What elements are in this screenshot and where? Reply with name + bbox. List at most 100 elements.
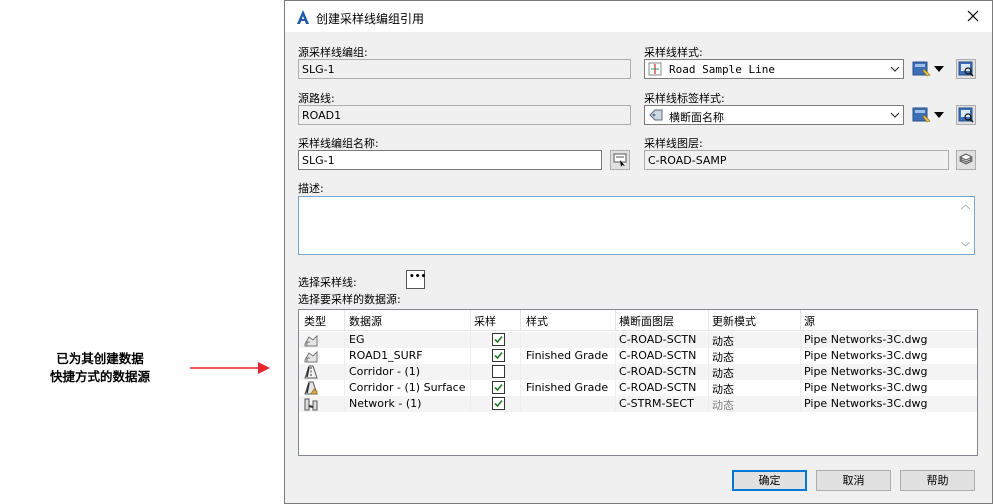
- group-name-input[interactable]: SLG-1: [298, 150, 602, 170]
- row-origin: Pipe Networks-3C.dwg: [804, 397, 928, 410]
- column-separator[interactable]: [800, 310, 801, 331]
- source-alignment-field: ROAD1: [298, 105, 631, 125]
- column-separator: [520, 332, 521, 412]
- source-group-field: SLG-1: [298, 59, 631, 79]
- edit-style-icon: [912, 61, 931, 77]
- surface-reference-icon: [304, 350, 318, 363]
- select-sample-lines-button[interactable]: •••: [406, 270, 427, 289]
- close-icon[interactable]: [960, 5, 986, 27]
- title-bar: 创建采样线编组引用: [285, 1, 992, 32]
- table-row[interactable]: Corridor - (1) Surface Finished Grade C-…: [299, 380, 977, 396]
- data-sources-table: 类型 数据源 采样 样式 横断面图层 更新模式 源 EG C-ROAD-SCTN…: [298, 309, 978, 456]
- create-sample-line-group-reference-dialog: 创建采样线编组引用 源采样线编组: SLG-1 源路线: ROAD1 采样线编组…: [284, 0, 993, 504]
- scroll-up-icon[interactable]: [961, 204, 970, 210]
- dialog-title: 创建采样线编组引用: [316, 12, 425, 26]
- row-update-mode[interactable]: 动态: [712, 381, 734, 397]
- label-style-select[interactable]: 横断面名称: [644, 105, 904, 125]
- checkmark-icon: [494, 335, 503, 344]
- column-separator: [344, 332, 345, 412]
- column-separator[interactable]: [470, 310, 471, 331]
- row-layer: C-STRM-SECT: [619, 397, 694, 410]
- callout-line-2: 快捷方式的数据源: [49, 369, 150, 384]
- style-preview-button[interactable]: [956, 59, 976, 79]
- column-header-style[interactable]: 样式: [526, 313, 548, 329]
- sample-line-style-label: 采样线样式:: [644, 46, 703, 59]
- column-header-type[interactable]: 类型: [304, 313, 326, 329]
- layer-field: C-ROAD-SAMP: [644, 150, 949, 170]
- sample-line-style-select[interactable]: Road Sample Line: [644, 59, 904, 79]
- group-name-label: 采样线编组名称:: [298, 137, 379, 150]
- row-origin: Pipe Networks-3C.dwg: [804, 381, 928, 394]
- layer-button[interactable]: [956, 150, 976, 170]
- corridor-surface-icon: [304, 381, 318, 395]
- row-origin: Pipe Networks-3C.dwg: [804, 349, 928, 362]
- row-layer: C-ROAD-SCTN: [619, 349, 697, 362]
- row-style: Finished Grade: [526, 381, 609, 394]
- autocad-a-icon: [297, 10, 309, 24]
- column-separator: [708, 332, 709, 412]
- row-update-mode[interactable]: 动态: [712, 365, 734, 381]
- column-separator: [800, 332, 801, 412]
- row-source: EG: [349, 333, 365, 346]
- sample-checkbox[interactable]: [492, 397, 505, 410]
- column-header-section-layer[interactable]: 横断面图层: [619, 313, 674, 329]
- sample-checkbox[interactable]: [492, 365, 505, 378]
- column-separator[interactable]: [615, 310, 616, 331]
- pick-name-button[interactable]: [610, 150, 630, 170]
- column-separator[interactable]: [708, 310, 709, 331]
- surface-reference-icon: [304, 334, 318, 347]
- label-style-edit-split-button[interactable]: [911, 105, 947, 125]
- checkmark-icon: [494, 399, 503, 408]
- row-source: ROAD1_SURF: [349, 349, 423, 362]
- style-edit-split-button[interactable]: [911, 59, 947, 79]
- table-row[interactable]: Corridor - (1) C-ROAD-SCTN 动态 Pipe Netwo…: [299, 364, 977, 380]
- column-separator[interactable]: [344, 310, 345, 331]
- chevron-down-icon: [890, 66, 900, 72]
- column-header-origin[interactable]: 源: [804, 313, 815, 329]
- table-row[interactable]: EG C-ROAD-SCTN 动态 Pipe Networks-3C.dwg: [299, 332, 977, 348]
- row-source: Corridor - (1): [349, 365, 421, 378]
- callout-line-1: 已为其创建数据: [56, 351, 144, 366]
- label-style-preview-button[interactable]: [956, 105, 976, 125]
- source-group-label: 源采样线编组:: [298, 46, 368, 59]
- column-separator: [470, 332, 471, 412]
- chevron-down-icon: [890, 112, 900, 118]
- table-header: 类型 数据源 采样 样式 横断面图层 更新模式 源: [299, 310, 977, 331]
- help-button[interactable]: 帮助: [900, 470, 975, 491]
- table-row[interactable]: ROAD1_SURF Finished Grade C-ROAD-SCTN 动态…: [299, 348, 977, 364]
- pipe-network-icon: [304, 398, 318, 411]
- callout-note: 已为其创建数据 快捷方式的数据源: [20, 350, 180, 386]
- preview-icon: [958, 61, 974, 77]
- description-label: 描述:: [298, 182, 324, 195]
- column-header-source[interactable]: 数据源: [349, 313, 382, 329]
- row-update-mode[interactable]: 动态: [712, 397, 734, 413]
- ellipsis-icon: •••: [409, 272, 427, 282]
- table-row[interactable]: Network - (1) C-STRM-SECT 动态 Pipe Networ…: [299, 396, 977, 412]
- description-scrollbar[interactable]: [957, 197, 974, 254]
- description-textarea[interactable]: [298, 196, 975, 255]
- row-update-mode[interactable]: 动态: [712, 349, 734, 365]
- callout-arrow-icon: [190, 362, 270, 374]
- column-header-update-mode[interactable]: 更新模式: [712, 313, 756, 329]
- label-style-icon: [649, 109, 663, 121]
- column-header-sampled[interactable]: 采样: [474, 313, 496, 329]
- sample-checkbox[interactable]: [492, 381, 505, 394]
- cancel-button[interactable]: 取消: [816, 470, 891, 491]
- data-sources-label: 选择要采样的数据源:: [298, 293, 401, 306]
- pick-name-icon: [613, 153, 627, 167]
- layer-icon: [958, 153, 974, 165]
- source-alignment-label: 源路线:: [298, 92, 335, 105]
- row-source: Corridor - (1) Surface: [349, 381, 466, 394]
- label-style-value: 横断面名称: [669, 111, 724, 124]
- select-sample-lines-label: 选择采样线:: [298, 276, 357, 289]
- row-update-mode[interactable]: 动态: [712, 333, 734, 349]
- scroll-down-icon[interactable]: [961, 241, 970, 247]
- sample-checkbox[interactable]: [492, 333, 505, 346]
- column-separator[interactable]: [520, 310, 521, 331]
- corridor-icon: [304, 365, 318, 379]
- row-source: Network - (1): [349, 397, 422, 410]
- sample-line-style-value: Road Sample Line: [669, 63, 775, 76]
- sample-checkbox[interactable]: [492, 349, 505, 362]
- row-style: Finished Grade: [526, 349, 609, 362]
- ok-button[interactable]: 确定: [732, 470, 807, 491]
